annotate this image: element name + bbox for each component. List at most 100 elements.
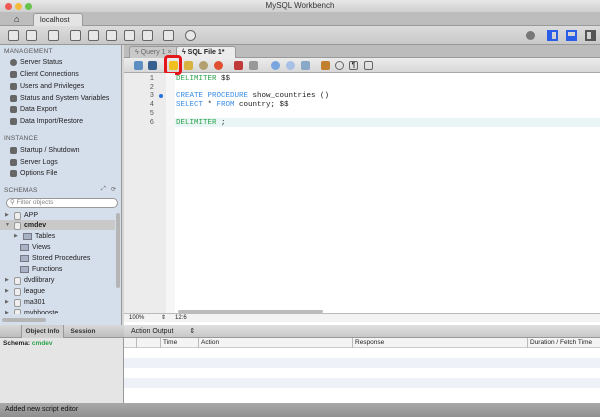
zoom-window-button[interactable] <box>25 3 32 10</box>
create-schema-icon[interactable] <box>70 30 81 41</box>
tree-stored-procedures[interactable]: Stored Procedures <box>20 254 90 263</box>
code-line[interactable]: CREATE PROCEDURE show_countries () <box>176 92 329 100</box>
invisible-chars-icon[interactable]: ¶ <box>349 61 358 70</box>
new-sql-tab-icon[interactable] <box>8 30 19 41</box>
filter-objects-input[interactable]: ⚲ Filter objects <box>6 198 118 208</box>
code-line[interactable]: DELIMITER ; <box>176 119 226 127</box>
tree-tables[interactable]: ▶Tables <box>14 232 55 241</box>
statement-marker-icon <box>159 94 163 98</box>
stop-on-error-icon[interactable] <box>234 61 243 70</box>
fold-margin <box>166 73 175 313</box>
close-window-button[interactable] <box>5 3 12 10</box>
wrap-lines-icon[interactable] <box>364 61 373 70</box>
title-bar: MySQL Workbench <box>0 0 600 12</box>
code-token: DELIMITER <box>176 75 217 83</box>
column-duration[interactable]: Duration / Fetch Time <box>527 338 592 348</box>
nav-data-import[interactable]: Data Import/Restore <box>10 117 83 126</box>
save-icon[interactable] <box>148 61 157 70</box>
database-icon <box>14 309 21 314</box>
tab-label: localhost <box>40 15 70 24</box>
toggle-output-icon[interactable] <box>566 30 577 41</box>
open-sql-script-icon[interactable] <box>26 30 37 41</box>
open-file-icon[interactable] <box>134 61 143 70</box>
tab-session[interactable]: Session <box>64 325 102 338</box>
output-type-selector[interactable]: Action Output <box>131 328 173 335</box>
window-title: MySQL Workbench <box>266 1 335 10</box>
toggle-secondary-sidebar-icon[interactable] <box>585 30 596 41</box>
nav-users-privileges[interactable]: Users and Privileges <box>10 82 84 91</box>
home-icon[interactable]: ⌂ <box>14 14 19 24</box>
schema-value: cmdev <box>32 340 53 347</box>
schemas-header: SCHEMAS <box>4 187 38 194</box>
inspect-schema-icon[interactable] <box>48 30 59 41</box>
output-table-header: Time Action Response Duration / Fetch Ti… <box>124 338 600 348</box>
schema-label: ma301 <box>24 298 45 307</box>
code-line[interactable]: DELIMITER $$ <box>176 75 230 83</box>
tab-object-info[interactable]: Object Info <box>21 325 64 338</box>
nav-server-logs[interactable]: Server Logs <box>10 158 58 167</box>
database-icon <box>14 222 21 230</box>
schema-ma301[interactable]: ▶ma301 <box>5 298 45 307</box>
toggle-sidebar-icon[interactable] <box>547 30 558 41</box>
column-action[interactable]: Action <box>198 338 219 348</box>
status-bar: Added new script editor <box>0 403 600 417</box>
database-icon <box>14 299 21 307</box>
code-line[interactable]: SELECT * FROM country; $$ <box>176 101 289 109</box>
line-number: 1 <box>138 75 154 83</box>
schema-dvdlibrary[interactable]: ▶dvdlibrary <box>5 276 54 285</box>
settings-gear-icon[interactable] <box>526 31 535 40</box>
schema-mybbooste[interactable]: ▶mybbooste <box>5 309 58 314</box>
tab-sql-file-1[interactable]: ϟ SQL File 1* × <box>176 46 236 58</box>
editor-tab-bar: ϟ Query 1 × ϟ SQL File 1* × <box>124 45 600 58</box>
database-icon <box>14 277 21 285</box>
tab-localhost[interactable]: localhost × <box>33 13 83 26</box>
nav-options-file[interactable]: Options File <box>10 169 57 178</box>
create-table-icon[interactable] <box>88 30 99 41</box>
search-table-data-icon[interactable] <box>163 30 174 41</box>
nav-server-status[interactable]: Server Status <box>10 58 62 67</box>
nav-startup-shutdown[interactable]: Startup / Shutdown <box>10 146 80 155</box>
column-response[interactable]: Response <box>352 338 384 348</box>
find-icon[interactable] <box>335 61 344 70</box>
sidebar-bottom-tabs: Object Info Session <box>0 325 124 338</box>
schema-app[interactable]: ▶APP <box>5 211 38 220</box>
rollback-icon[interactable] <box>286 61 295 70</box>
nav-status-variables[interactable]: Status and System Variables <box>10 94 109 103</box>
sidebar-scrollbar[interactable] <box>116 213 120 288</box>
nav-label: Data Export <box>20 105 57 114</box>
stop-icon[interactable] <box>214 61 223 70</box>
schema-label: league <box>24 287 45 296</box>
code-token: CREATE <box>176 92 203 100</box>
line-number: 5 <box>138 110 154 118</box>
autocommit-icon[interactable] <box>301 61 310 70</box>
table-row <box>124 358 600 368</box>
expand-icon[interactable]: ⤢ <box>101 186 106 193</box>
create-procedure-icon[interactable] <box>124 30 135 41</box>
toggle-output-icon[interactable] <box>249 61 258 70</box>
create-view-icon[interactable] <box>106 30 117 41</box>
beautify-icon[interactable] <box>321 61 330 70</box>
tab-label: Query 1 <box>141 49 166 56</box>
tree-label: Functions <box>32 265 62 274</box>
main-toolbar <box>0 26 600 45</box>
minimize-window-button[interactable] <box>15 3 22 10</box>
refresh-icon[interactable]: ⟳ <box>111 186 116 193</box>
zoom-level[interactable]: 100% <box>129 314 144 322</box>
nav-data-export[interactable]: Data Export <box>10 105 57 114</box>
zoom-stepper-icon[interactable]: ⇕ <box>161 314 166 322</box>
schema-cmdev[interactable]: ▼cmdev <box>5 221 46 230</box>
column-time[interactable]: Time <box>160 338 177 348</box>
schema-league[interactable]: ▶league <box>5 287 45 296</box>
sidebar-horizontal-scrollbar[interactable] <box>2 318 46 322</box>
filter-placeholder: Filter objects <box>17 199 54 206</box>
reconnect-icon[interactable] <box>185 30 196 41</box>
tree-views[interactable]: Views <box>20 243 51 252</box>
create-function-icon[interactable] <box>142 30 153 41</box>
nav-label: Options File <box>20 169 57 178</box>
commit-icon[interactable] <box>271 61 280 70</box>
selector-arrows-icon[interactable]: ⇕ <box>189 328 195 335</box>
explain-icon[interactable] <box>199 61 208 70</box>
nav-client-connections[interactable]: Client Connections <box>10 70 79 79</box>
execute-current-icon[interactable] <box>184 61 193 70</box>
tree-functions[interactable]: Functions <box>20 265 62 274</box>
